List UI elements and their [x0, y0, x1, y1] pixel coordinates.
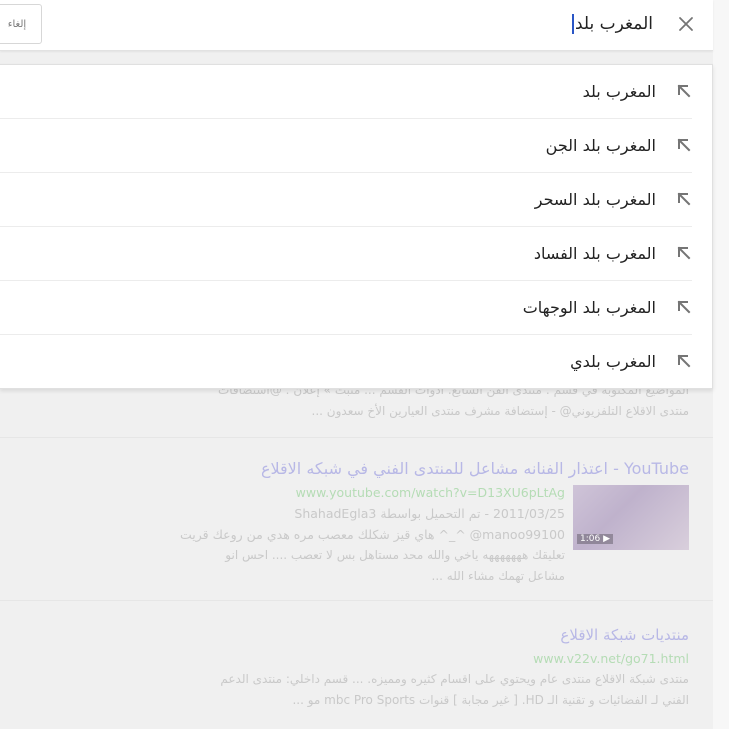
- result-3-snippet-2: الفني لـ الفضائيات و تقنية الـ HD. [ غير…: [292, 693, 689, 707]
- suggestion-text: المغرب بلد الفساد: [533, 244, 656, 263]
- results-divider: [0, 600, 713, 601]
- cancel-button[interactable]: إلغاء: [0, 4, 42, 44]
- suggestion-item[interactable]: المغرب بلد الجن: [0, 119, 712, 173]
- result-2-snippet-2: تعليقك هههههههه ياخي والله محد مستاهل بس…: [225, 548, 565, 562]
- search-input[interactable]: المغرب بلد: [571, 11, 653, 37]
- search-query-text: المغرب بلد: [574, 14, 653, 34]
- arrow-up-left-icon[interactable]: [673, 80, 695, 102]
- video-duration: 1:06 ▶: [577, 534, 613, 544]
- suggestion-text: المغرب بلدي: [570, 352, 656, 371]
- clear-search-button[interactable]: [672, 10, 700, 38]
- suggestion-text: المغرب بلد الجن: [545, 136, 656, 155]
- suggestion-item[interactable]: المغرب بلد: [0, 65, 712, 119]
- result-2-snippet-3: مشاعل تهمك مشاء الله ...: [431, 569, 566, 583]
- suggestion-item[interactable]: المغرب بلدي: [0, 335, 712, 389]
- search-bar: المغرب بلد إلغاء: [0, 0, 713, 51]
- result-3-snippet-1: منتدى شبكة الاقلاع منتدى عام ويحتوي على …: [220, 672, 689, 686]
- suggestion-item[interactable]: المغرب بلد الوجهات: [0, 281, 712, 335]
- cancel-button-label: إلغاء: [7, 18, 27, 30]
- arrow-up-left-icon[interactable]: [673, 242, 695, 264]
- result-2-url: www.youtube.com/watch?v=D13XU6pLtAg: [295, 485, 565, 500]
- result-3-title-link[interactable]: منتديات شبكة الاقلاع: [560, 625, 689, 645]
- suggestion-text: المغرب بلد الوجهات: [522, 298, 656, 317]
- suggestion-text: المغرب بلد: [582, 82, 656, 101]
- suggestion-item[interactable]: المغرب بلد السحر: [0, 173, 712, 227]
- suggestions-dropdown: المغرب بلد المغرب بلد الجن المغرب بلد ال…: [0, 64, 713, 389]
- result-2-date: 2011/03/25 - تم التحميل بواسطة ShahadEgl…: [294, 506, 565, 521]
- result-2-video-thumbnail[interactable]: 1:06 ▶: [573, 485, 689, 550]
- results-divider: [0, 437, 713, 438]
- text-caret: [571, 14, 574, 34]
- result-2-title-link[interactable]: YouTube - اعتذار الفنانه مشاعل للمنتدى ا…: [261, 459, 689, 479]
- suggestion-item[interactable]: المغرب بلد الفساد: [0, 227, 712, 281]
- close-icon: [679, 17, 693, 31]
- suggestion-text: المغرب بلد السحر: [534, 190, 656, 209]
- result-3-url: www.v22v.net/go71.html: [533, 651, 689, 666]
- result-1-snippet-2: منتدى الاقلاع التلفزيوني@ - إستضافة مشرف…: [311, 404, 689, 418]
- arrow-up-left-icon[interactable]: [673, 296, 695, 318]
- arrow-up-left-icon[interactable]: [673, 188, 695, 210]
- result-2-snippet-1: manoo99100@ ^_^ هاي قيز شكلك معصب مره هد…: [180, 527, 565, 542]
- arrow-up-left-icon[interactable]: [673, 350, 695, 372]
- right-gutter: [713, 0, 729, 729]
- arrow-up-left-icon[interactable]: [673, 134, 695, 156]
